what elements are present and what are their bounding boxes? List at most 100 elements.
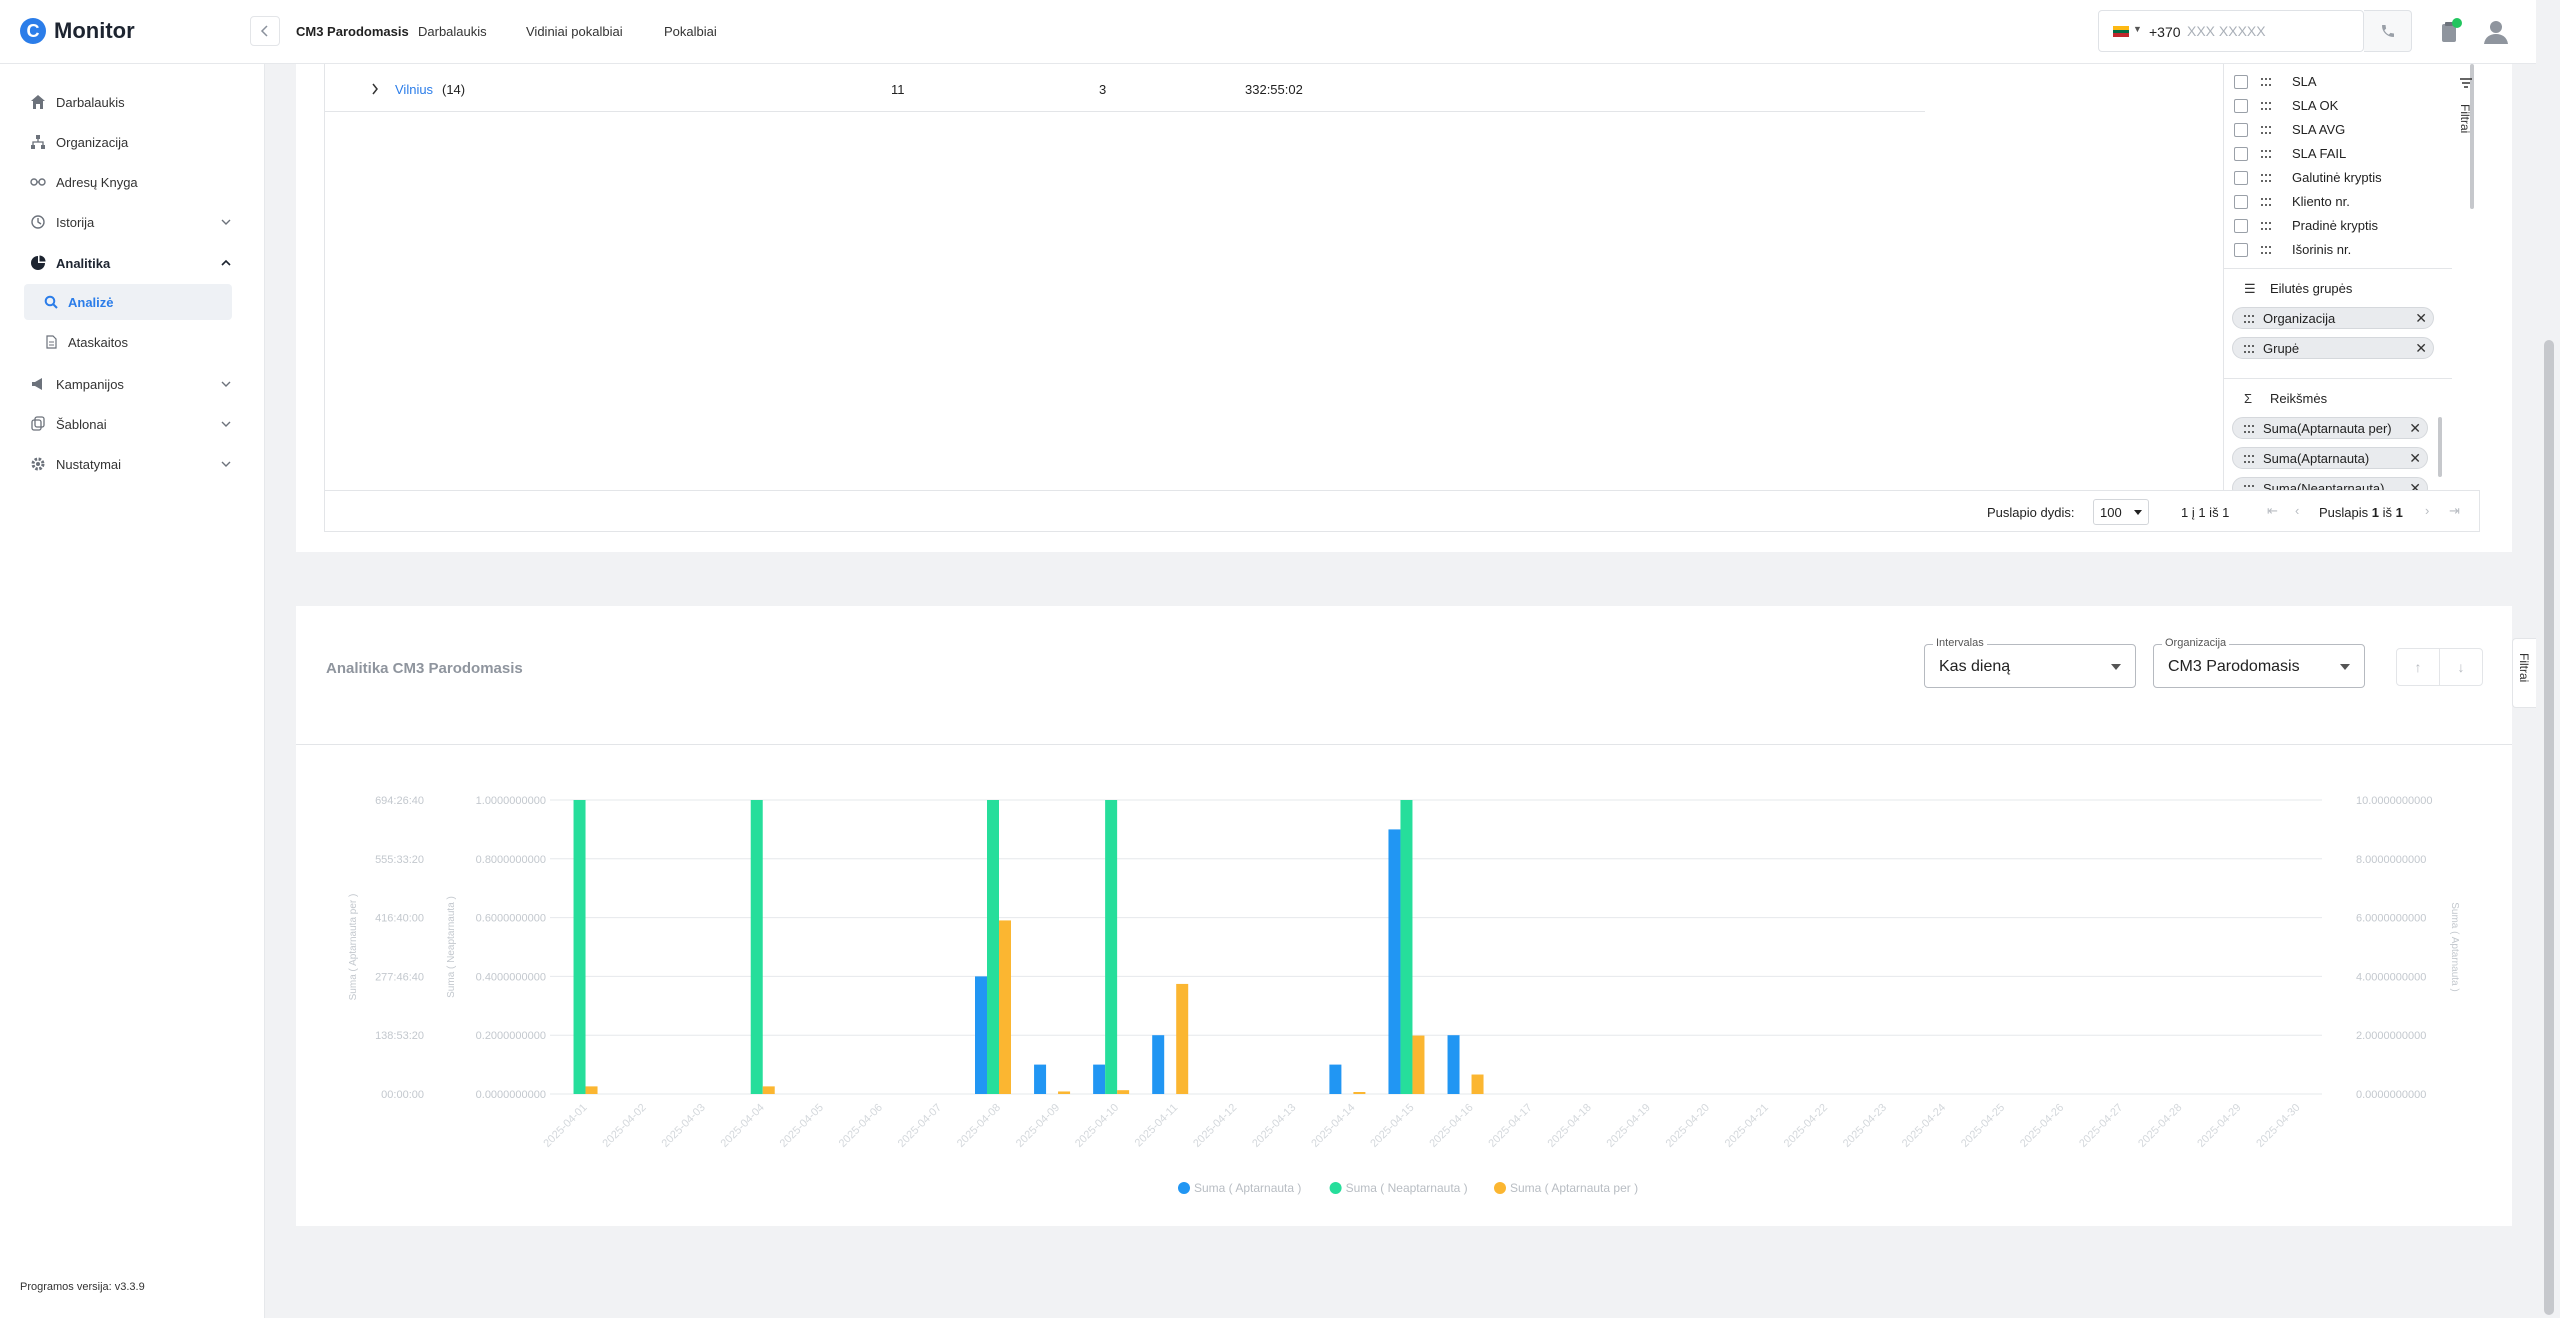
sidebar-subitem-label: Analizė <box>68 294 114 310</box>
column-checkbox[interactable] <box>2234 195 2248 209</box>
move-down-button[interactable]: ↓ <box>2439 648 2483 686</box>
country-dropdown-caret-icon[interactable]: ▼ <box>2133 24 2142 34</box>
drag-handle-icon[interactable] <box>2260 149 2272 159</box>
remove-icon[interactable]: ✕ <box>2409 450 2421 467</box>
pill-label: Organizacija <box>2263 311 2336 326</box>
x-tick-label: 2025-04-25 <box>1959 1102 2007 1150</box>
sidebar-item-settings[interactable]: Nustatymai <box>0 444 265 484</box>
interval-value: Kas dieną <box>1939 658 2011 675</box>
top-header: C Monitor CM3 Parodomasis Darbalaukis Vi… <box>0 0 2536 64</box>
drag-handle-icon[interactable] <box>2260 197 2272 207</box>
drag-handle-icon[interactable] <box>2243 344 2255 354</box>
sidebar-item-history[interactable]: Istorija <box>0 202 265 242</box>
x-tick-label: 2025-04-22 <box>1782 1102 1830 1150</box>
x-tick-label: 2025-04-21 <box>1723 1102 1771 1150</box>
legend-label: Suma ( Aptarnauta per ) <box>1510 1181 1638 1195</box>
sidebar-subitem-reports[interactable]: Ataskaitos <box>24 324 232 360</box>
column-item[interactable]: Pradinė kryptis <box>2234 214 2444 238</box>
drag-handle-icon[interactable] <box>2260 125 2272 135</box>
phone-number-input[interactable] <box>2187 23 2327 39</box>
drag-handle-icon[interactable] <box>2243 314 2255 324</box>
remove-icon[interactable]: ✕ <box>2415 340 2427 357</box>
sidebar-item-analytics[interactable]: Analitika <box>0 243 265 283</box>
app-logo[interactable]: C Monitor <box>20 18 135 44</box>
previous-page-icon[interactable]: ‹ <box>2295 503 2299 518</box>
last-page-icon[interactable]: ⇥ <box>2449 503 2460 519</box>
nav-link-internal-chats[interactable]: Vidiniai pokalbiai <box>526 24 623 39</box>
page-size-label: Puslapio dydis: <box>1987 505 2075 520</box>
sidebar-item-campaigns[interactable]: Kampanijos <box>0 364 265 404</box>
collapse-sidebar-button[interactable] <box>250 16 280 46</box>
sidebar-item-label: Analitika <box>56 255 111 271</box>
drag-handle-icon[interactable] <box>2260 245 2272 255</box>
pill-label: Suma(Aptarnauta) <box>2263 451 2370 466</box>
sidebar-item-address-book[interactable]: Adresų Knyga <box>0 162 265 202</box>
column-checkbox[interactable] <box>2234 243 2248 257</box>
drag-handle-icon[interactable] <box>2260 221 2272 231</box>
value-pill[interactable]: Suma(Aptarnauta) ✕ <box>2232 447 2428 469</box>
chart-filters-side-tab[interactable]: Filtrai <box>2512 638 2536 708</box>
remove-icon[interactable]: ✕ <box>2415 310 2427 327</box>
nav-link-chats[interactable]: Pokalbiai <box>664 24 717 39</box>
chart-card-title: Analitika CM3 Parodomasis <box>326 660 523 677</box>
column-item[interactable]: SLA <box>2234 70 2444 94</box>
sidebar-subitem-analysis[interactable]: Analizė <box>24 284 232 320</box>
column-checkbox[interactable] <box>2234 219 2248 233</box>
first-page-icon[interactable]: ⇤ <box>2267 503 2278 519</box>
clipboard-status-icon[interactable] <box>2436 18 2466 48</box>
country-flag-icon[interactable] <box>2113 26 2129 37</box>
drag-handle-icon[interactable] <box>2260 101 2272 111</box>
move-up-button[interactable]: ↑ <box>2396 648 2440 686</box>
drag-handle-icon[interactable] <box>2260 173 2272 183</box>
sidebar-item-dashboard[interactable]: Darbalaukis <box>0 82 265 122</box>
column-checkbox[interactable] <box>2234 75 2248 89</box>
column-checkbox[interactable] <box>2234 123 2248 137</box>
search-icon <box>44 295 58 309</box>
call-button[interactable] <box>2364 10 2412 52</box>
filters-side-tab[interactable]: Filtrai <box>2454 74 2478 174</box>
column-item[interactable]: SLA OK <box>2234 94 2444 118</box>
drag-handle-icon[interactable] <box>2260 77 2272 87</box>
value-pill[interactable]: Suma(Aptarnauta per) ✕ <box>2232 417 2428 439</box>
column-item[interactable]: Kliento nr. <box>2234 190 2444 214</box>
sidebar-item-templates[interactable]: Šablonai <box>0 404 265 444</box>
legend-swatch <box>1329 1182 1342 1194</box>
user-avatar-icon[interactable] <box>2480 16 2512 48</box>
column-checkbox[interactable] <box>2234 171 2248 185</box>
drag-handle-icon[interactable] <box>2243 454 2255 464</box>
chart-bar <box>1117 1090 1130 1094</box>
drag-handle-icon[interactable] <box>2243 424 2255 434</box>
values-scrollbar[interactable] <box>2438 417 2442 477</box>
row-group-pill[interactable]: Organizacija ✕ <box>2232 307 2434 329</box>
x-tick-label: 2025-04-30 <box>2254 1102 2302 1150</box>
column-item[interactable]: Galutinė kryptis <box>2234 166 2444 190</box>
interval-select[interactable]: Intervalas Kas dieną <box>1924 637 2136 688</box>
column-item[interactable]: SLA FAIL <box>2234 142 2444 166</box>
organization-select[interactable]: Organizacija CM3 Parodomasis <box>2153 637 2365 688</box>
value-pill[interactable]: Suma(Neaptarnauta) ✕ <box>2232 477 2428 490</box>
column-item[interactable]: SLA AVG <box>2234 118 2444 142</box>
chart-bar <box>987 800 999 1094</box>
x-tick-label: 2025-04-04 <box>719 1102 767 1150</box>
group-name-link[interactable]: Vilnius <box>395 82 433 97</box>
legend-swatch <box>1494 1182 1506 1194</box>
chevron-left-icon <box>260 25 268 37</box>
next-page-icon[interactable]: › <box>2425 503 2429 518</box>
column-checkbox[interactable] <box>2234 99 2248 113</box>
page-scrollbar-thumb[interactable] <box>2544 340 2554 1315</box>
remove-icon[interactable]: ✕ <box>2409 480 2421 490</box>
table-row[interactable]: Vilnius (14) 11 3 332:55:02 <box>325 64 1925 112</box>
organization-value: CM3 Parodomasis <box>2168 658 2300 675</box>
remove-icon[interactable]: ✕ <box>2409 420 2421 437</box>
row-group-pill[interactable]: Grupė ✕ <box>2232 337 2434 359</box>
column-item[interactable]: Išorinis nr. <box>2234 238 2444 262</box>
sidebar-item-organization[interactable]: Organizacija <box>0 122 265 162</box>
x-tick-label: 2025-04-27 <box>2077 1102 2125 1150</box>
nav-link-dashboard[interactable]: Darbalaukis <box>418 24 487 39</box>
chevron-right-icon[interactable] <box>371 83 379 95</box>
chevron-down-icon <box>2134 510 2142 515</box>
chart-bar <box>1058 1091 1071 1094</box>
column-checkbox[interactable] <box>2234 147 2248 161</box>
page-size-select[interactable]: 100 <box>2093 499 2149 525</box>
column-name: SLA FAIL <box>2292 146 2347 161</box>
